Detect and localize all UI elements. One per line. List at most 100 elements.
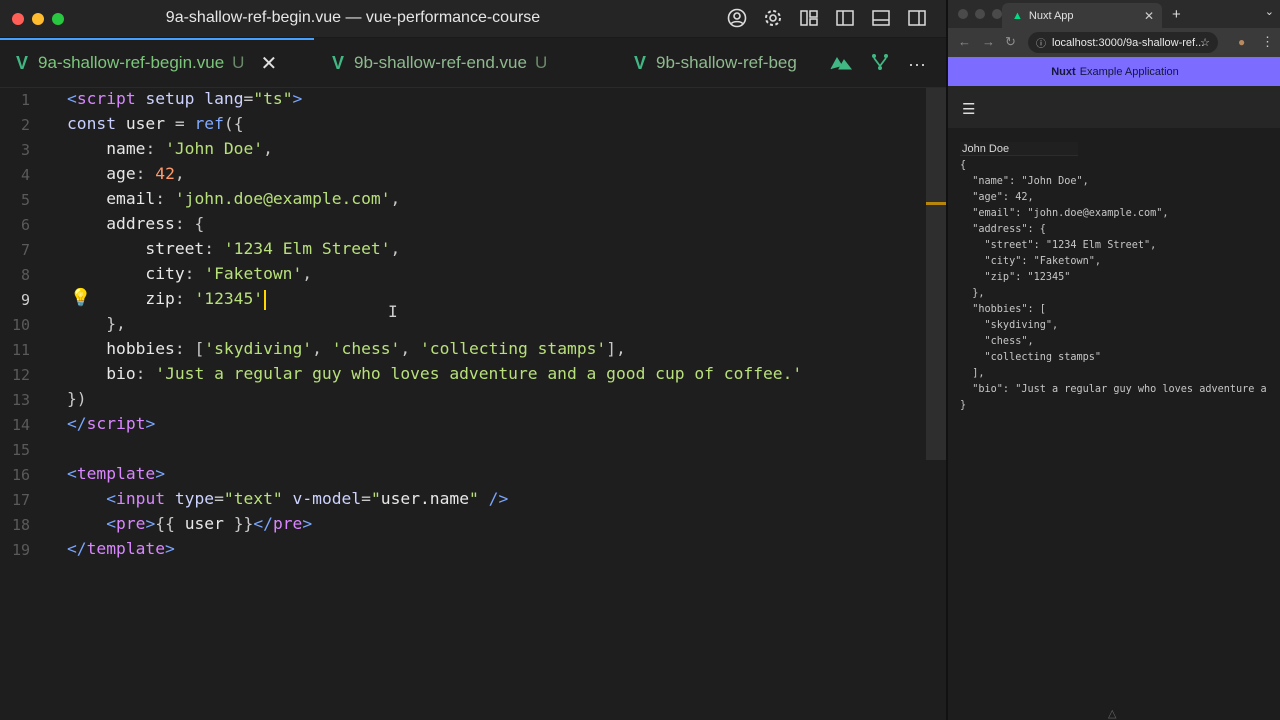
banner-text: Example Application <box>1079 65 1179 78</box>
code-area[interactable]: 1 <script setup lang="ts"> 2 const user = … <box>0 88 926 720</box>
site-info-icon[interactable]: ⓘ <box>1036 35 1046 50</box>
browser-toolbar: ← → ↻ ⓘ localhost:3000/9a-shallow-ref...… <box>948 28 1280 57</box>
window-title: 9a-shallow-ref-begin.vue — vue-performan… <box>165 9 541 26</box>
maximize-window-button[interactable] <box>992 9 1002 19</box>
vue-file-icon: V <box>634 52 647 73</box>
code-line: 4 age: 42, <box>0 163 926 188</box>
untracked-badge: U <box>232 53 245 72</box>
page-content: { "name": "John Doe", "age": 42, "email"… <box>948 128 1280 720</box>
nuxt-favicon-icon: ▲ <box>1012 9 1023 22</box>
code-line: 18 <pre>{{ user }}</pre> <box>0 513 926 538</box>
line-number: 11 <box>11 341 30 359</box>
customize-layout-icon[interactable] <box>798 7 820 29</box>
name-input[interactable] <box>960 142 1078 156</box>
new-tab-button[interactable]: + <box>1172 6 1181 23</box>
account-icon[interactable] <box>726 7 748 29</box>
titlebar-actions <box>726 7 928 29</box>
git-graph-icon[interactable] <box>870 53 890 76</box>
close-tab-icon[interactable]: ✕ <box>1144 9 1154 23</box>
editor-titlebar: 9a-shallow-ref-begin.vue — vue-performan… <box>0 0 946 38</box>
toggle-secondary-sidebar-icon[interactable] <box>906 7 928 29</box>
line-number: 12 <box>11 366 30 384</box>
code-line: 7 street: '1234 Elm Street', <box>0 238 926 263</box>
vue-file-icon: V <box>16 52 29 73</box>
code-line: 17 <input type="text" v-model="user.name… <box>0 488 926 513</box>
browser-tab-title: Nuxt App <box>1028 9 1074 22</box>
close-tab-button[interactable]: ✕ <box>260 51 277 76</box>
text-cursor <box>264 289 267 310</box>
line-number: 16 <box>11 466 30 484</box>
code-line: 19 </template> <box>0 538 926 563</box>
tab-label: 9b-shallow-ref-beg <box>656 53 797 72</box>
tab-9a-shallow-ref-begin[interactable]: V 9a-shallow-ref-begin.vue U ✕ <box>16 38 277 88</box>
line-number: 14 <box>11 416 30 434</box>
code-line: 15 <box>0 438 926 463</box>
line-number: 13 <box>11 391 30 409</box>
close-window-button[interactable] <box>958 9 968 19</box>
code-line: 2 const user = ref({ <box>0 113 926 138</box>
back-arrow-icon[interactable]: ← <box>958 34 971 49</box>
line-number: 4 <box>20 166 30 184</box>
toggle-panel-icon[interactable] <box>870 7 892 29</box>
line-number: 19 <box>11 541 30 559</box>
banner-brand: Nuxt <box>1051 65 1076 78</box>
bookmark-star-icon[interactable]: ☆ <box>1200 36 1210 49</box>
scrollbar-cursor-marker <box>926 202 946 205</box>
untracked-badge: U <box>534 53 548 72</box>
address-bar-url: localhost:3000/9a-shallow-ref... <box>1052 36 1205 49</box>
user-json-output: { "name": "John Doe", "age": 42, "email"… <box>960 160 1267 411</box>
code-line: 16 <template> <box>0 463 926 488</box>
tab-9b-shallow-ref-beg[interactable]: V 9b-shallow-ref-beg <box>634 38 797 88</box>
app-header: ☰ <box>948 86 1280 128</box>
nuxt-icon[interactable] <box>830 54 853 75</box>
app-banner: Nuxt Example Application <box>948 57 1280 86</box>
address-bar[interactable]: ⓘ localhost:3000/9a-shallow-ref... ☆ <box>1028 32 1218 53</box>
tab-9b-shallow-ref-end[interactable]: V 9b-shallow-ref-end.vue U <box>332 38 547 88</box>
minimize-window-button[interactable] <box>975 9 985 19</box>
line-number: 17 <box>11 491 30 509</box>
code-line: 13}) <box>0 388 926 413</box>
hamburger-menu-icon[interactable]: ☰ <box>962 100 975 118</box>
line-number: 3 <box>20 141 30 159</box>
more-actions-button[interactable]: ··· <box>908 54 926 75</box>
line-number: 6 <box>20 216 30 234</box>
extension-icon[interactable]: ● <box>1238 35 1245 49</box>
mouse-ibeam-icon: I <box>388 302 398 321</box>
code-line: 1 <script setup lang="ts"> <box>0 88 926 113</box>
vertical-scrollbar[interactable] <box>926 88 946 460</box>
code-line: 12 bio: 'Just a regular guy who loves ad… <box>0 363 926 388</box>
browser-menu-icon[interactable]: ⋮ <box>1261 34 1274 50</box>
code-line: 11 hobbies: ['skydiving', 'chess', 'coll… <box>0 338 926 363</box>
tab-label: 9b-shallow-ref-end.vue <box>354 53 527 72</box>
code-line: 3 name: 'John Doe', <box>0 138 926 163</box>
line-number: 9 <box>20 291 30 309</box>
line-number: 2 <box>20 116 30 134</box>
browser-tab-strip: ▲ Nuxt App ✕ + ⌄ <box>948 0 1280 28</box>
code-line: 14 </script> <box>0 413 926 438</box>
code-line: 10 }, <box>0 313 926 338</box>
line-number: 8 <box>20 266 30 284</box>
line-number: 18 <box>11 516 30 534</box>
reload-icon[interactable]: ↻ <box>1005 34 1016 50</box>
code-line: 6 address: { <box>0 213 926 238</box>
tab-label: 9a-shallow-ref-begin.vue <box>38 53 225 72</box>
browser-window: ▲ Nuxt App ✕ + ⌄ ← → ↻ ⓘ localhost:3000/… <box>946 0 1280 720</box>
toggle-primary-sidebar-icon[interactable] <box>834 7 856 29</box>
tab-search-chevron-icon[interactable]: ⌄ <box>1265 5 1274 18</box>
code-editor-window: 9a-shallow-ref-begin.vue — vue-performan… <box>0 0 946 720</box>
line-number: 15 <box>11 441 30 459</box>
editor-actions: ··· <box>830 53 926 76</box>
vue-file-icon: V <box>332 52 345 73</box>
editor-tab-bar: V 9a-shallow-ref-begin.vue U ✕ V 9b-shal… <box>0 38 946 88</box>
line-number: 7 <box>20 241 30 259</box>
line-number: 5 <box>20 191 30 209</box>
line-number: 10 <box>11 316 30 334</box>
code-line-current: 9 💡 zip: '12345' <box>0 288 926 313</box>
gear-icon[interactable] <box>762 7 784 29</box>
browser-window-controls <box>958 9 1002 19</box>
line-number: 1 <box>20 91 30 109</box>
nuxt-devtools-icon[interactable]: △ <box>1108 707 1116 720</box>
forward-arrow-icon[interactable]: → <box>982 34 995 49</box>
code-line: 5 email: 'john.doe@example.com', <box>0 188 926 213</box>
browser-tab-nuxt-app[interactable]: ▲ Nuxt App ✕ <box>1002 3 1162 28</box>
